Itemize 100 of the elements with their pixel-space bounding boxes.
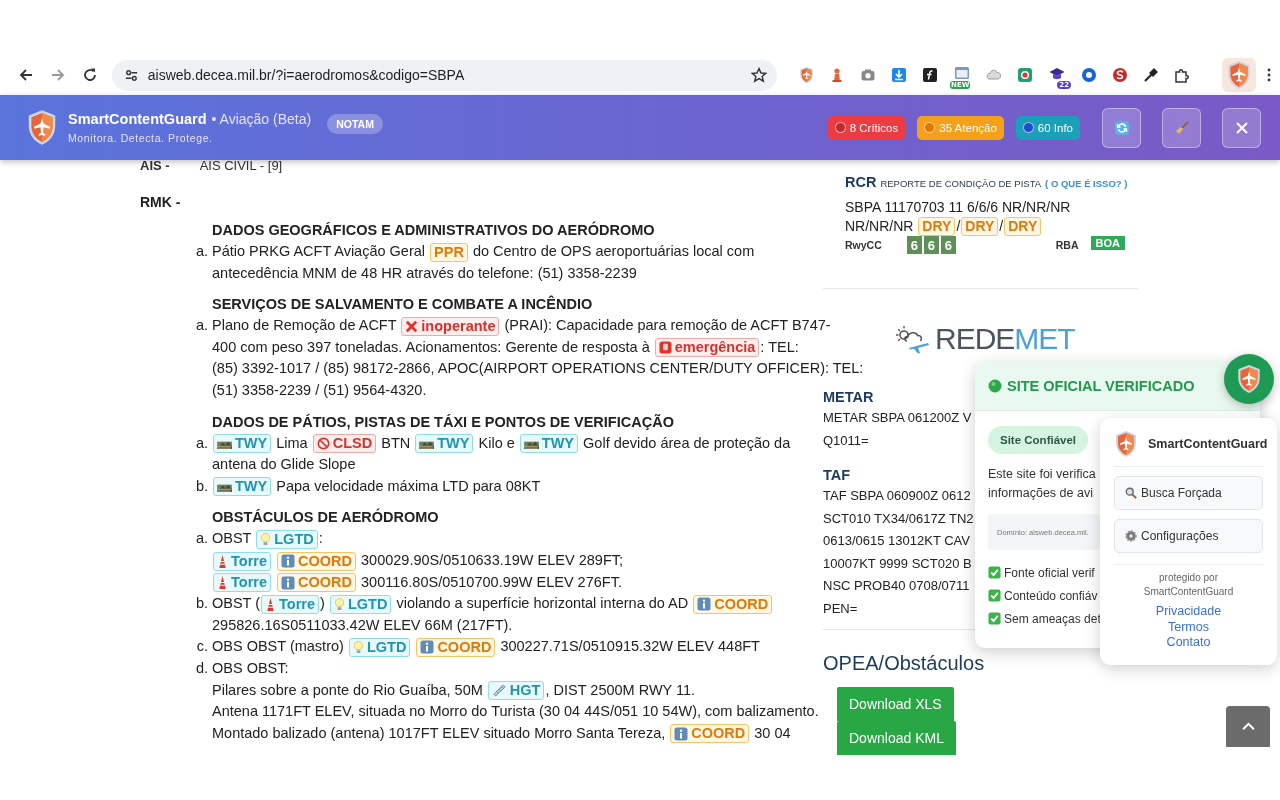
count-badge[interactable]: 60 Info [1015,115,1080,140]
graduation-cap-icon[interactable] [1048,66,1067,82]
info-icon [281,554,295,569]
footer-link[interactable]: Contato [1166,635,1211,651]
weather-logo-icon [895,324,931,354]
tag-label: COORD [298,574,352,592]
metar-heading: METAR [823,388,874,406]
badge-label: 60 Info [1037,121,1073,134]
bulb-icon [333,596,345,612]
info-icon [697,597,712,612]
list-marker: a. [194,316,209,336]
list-marker: a. [194,529,209,549]
redemet-logo-text: REDEMET [935,322,1075,356]
download-button[interactable]: Download KML [837,721,956,755]
tower-icon [217,553,228,569]
notam-text: Kilo e [477,434,516,451]
profile-avatar[interactable] [1222,58,1256,92]
bulb-icon [260,532,272,547]
report-text: / [956,217,961,234]
menu-icon[interactable] [1266,67,1272,83]
notam-text: (85) 3392-1017 / (85) 98172-2866, APOC(AIRPORT OPERATIONS CENTER/DUTY OFFICER): TEL: [212,360,864,377]
rwycc-label: RwyCC [845,239,882,251]
trust-pill: Site Confiável [988,426,1089,454]
notam-text: : TEL: [760,338,799,355]
notam-text: BTN [380,434,412,451]
notam-text: violando a superfície horizontal interna do AD [395,595,690,612]
camera-icon[interactable] [860,67,877,83]
rcr-subtitle: REPORTE DE CONDIÇÃO DE PISTA [880,178,1042,189]
tag-label: LGTD [366,639,407,656]
scroll-top-button[interactable] [1226,706,1270,747]
back-icon[interactable] [17,67,34,83]
notam-text: 30 04 [753,724,791,741]
download-button[interactable]: Download XLS [837,687,954,721]
notam-text: (PRAI): Capacidade para remoção de ACFT B747- [503,317,831,334]
check-icon [988,612,1001,625]
star-icon[interactable] [751,67,768,83]
record-icon[interactable] [1017,67,1034,83]
alarm-icon [658,341,672,355]
settings-icon [1125,530,1137,542]
notam-text: : [318,530,323,547]
taf-heading: TAF [823,466,851,484]
rba-badge: BOA [1090,235,1125,250]
notam-tag: PPR [430,242,468,262]
footer-link[interactable]: Privacidade [1155,604,1222,620]
list-marker: d. [194,658,209,678]
circle-icon[interactable] [1081,67,1098,83]
tag-label: CLSD [332,435,373,453]
puzzle-icon[interactable] [1174,67,1191,83]
chevron-up-icon [1240,722,1256,731]
eyedropper-icon[interactable] [1143,67,1160,83]
brand-name: SmartContentGuard [1148,437,1268,451]
taf-text: 0613/0615 13012KT CAV [823,532,970,550]
forward-icon[interactable] [49,67,66,83]
notam-text: Montado balizado (antena) 1017FT ELEV situado Morro Santa Tereza, [212,724,667,741]
cross-icon [405,319,419,333]
check-text: Conteúdo confiáv [1004,588,1098,603]
section-heading: SERVIÇOS DE SALVAMENTO E COMBATE A INCÊNDIO [212,294,594,315]
info-icon [674,726,689,741]
list-marker: a. [194,242,209,261]
search-icon [1125,487,1137,499]
address-bar[interactable]: aisweb.decea.mil.br/?i=aerodromos&codigo=SBPA [111,59,778,91]
notam-text: 400 com peso 397 toneladas. Acionamentos: Gerente de resposta à [212,338,651,355]
footer-link[interactable]: Termos [1168,619,1209,635]
refresh-icon [1113,119,1130,136]
menu-button[interactable]: Busca Forçada [1114,476,1263,510]
notam-text: 300116.80S/0510700.99W ELEV 276FT. [360,573,622,590]
shield-icon[interactable] [799,66,815,84]
notam-text: OBS OBST: [212,659,289,676]
list-marker: a. [194,433,209,453]
count-badge[interactable]: 8 Críticos [827,115,906,140]
notam-tag: DRY [918,217,956,237]
notam-text: Antena 1171FT ELEV, situada no Morro do Turista (30 04 44S/051 10 54W), com balizamento. [212,703,819,720]
close-button[interactable] [1222,107,1261,148]
window-icon[interactable] [953,66,972,82]
notam-text: OBST [212,530,253,547]
clean-button[interactable] [1162,107,1201,148]
site-settings-icon[interactable] [123,67,139,83]
report-text: NR/NR/NR [845,217,915,234]
tag-label: LGTD [274,531,314,548]
notam-text: OBS OBST (mastro) [212,638,345,655]
rwycc-value: 6 [923,236,939,254]
taf-text: PEN= [823,599,858,618]
menu-button[interactable]: Configurações [1114,519,1263,553]
help-link[interactable]: ( O QUE É ISSO? ) [1045,178,1128,189]
reload-icon[interactable] [81,67,98,83]
section-heading: OBSTÁCULOS DE AERÓDROMO [212,507,440,528]
script-icon[interactable] [922,67,939,83]
notam-text: 295826.16S0511033.42W ELEV 66M (217FT). [212,616,513,633]
download-icon[interactable] [891,67,908,83]
tag-label: Torre [231,574,267,592]
tag-label: COORD [691,725,746,743]
tag-label: COORD [437,639,492,656]
tag-label: COORD [298,552,352,570]
refresh-button[interactable] [1102,107,1141,148]
shield-icon [1114,430,1138,458]
taf-text: SCT010 TX34/0617Z TN2 [823,509,974,528]
cloud-icon[interactable] [986,67,1003,83]
metar-text: METAR SBPA 061200Z V [823,409,972,427]
tower-icon [217,575,228,591]
popup-title: SITE OFICIAL VERIFICADO [1007,378,1195,394]
